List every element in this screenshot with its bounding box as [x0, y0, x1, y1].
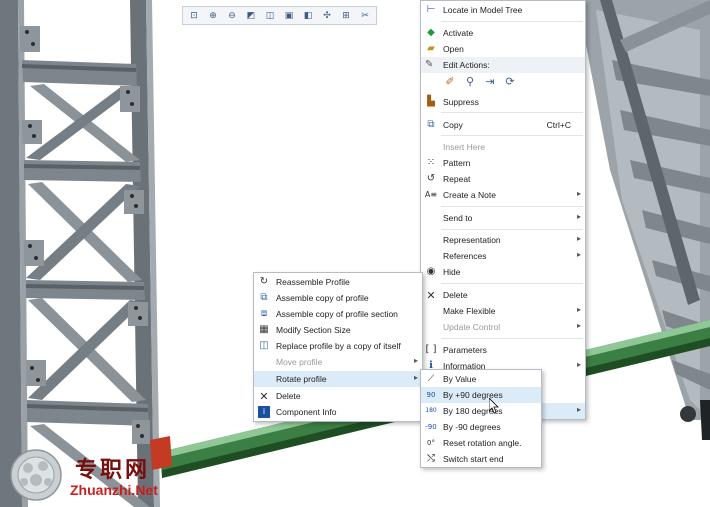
- menu-item-make-flexible[interactable]: Make Flexible ▸: [421, 303, 585, 319]
- menu-item-repeat[interactable]: ↺ Repeat: [421, 171, 585, 187]
- annotation-display-icon[interactable]: ⊞: [337, 8, 355, 23]
- separator: [441, 338, 583, 339]
- profile-context-menu: ↻ Reassemble Profile ⧉ Assemble copy of …: [253, 272, 423, 422]
- submenu-arrow-icon: ▸: [576, 305, 581, 314]
- repaint-icon[interactable]: ◩: [242, 8, 260, 23]
- open-folder-icon: ▰: [427, 43, 435, 54]
- separator: [441, 283, 583, 284]
- menu-item-by-minus-90-degrees[interactable]: -90 By -90 degrees: [421, 419, 541, 435]
- model-viewport[interactable]: [0, 0, 710, 507]
- rotate-by-value-icon: ⟋: [427, 373, 435, 384]
- menu-item-pattern[interactable]: ⁙ Pattern: [421, 155, 585, 171]
- menu-item-rotate-profile[interactable]: Rotate profile ▸: [254, 371, 422, 387]
- menu-item-move-profile[interactable]: Move profile ▸: [254, 354, 422, 370]
- submenu-arrow-icon: ▸: [576, 250, 581, 259]
- menu-item-by-plus-90-degrees[interactable]: 90 By +90 degrees: [421, 387, 541, 403]
- edit-placement-icon[interactable]: ⇥: [483, 74, 497, 88]
- menu-item-replace-profile[interactable]: ◫ Replace profile by a copy of itself: [254, 338, 422, 354]
- orient-icon[interactable]: ◫: [261, 8, 279, 23]
- menu-item-reset-rotation-angle[interactable]: 0° Reset rotation angle.: [421, 435, 541, 451]
- reassemble-icon: ↻: [259, 276, 269, 287]
- menu-item-assemble-copy-of-profile[interactable]: ⧉ Assemble copy of profile: [254, 290, 422, 306]
- menu-item-parameters[interactable]: [ ] Parameters: [421, 342, 585, 358]
- separator: [441, 112, 583, 113]
- hide-eye-icon: ◉: [426, 266, 436, 277]
- parameters-icon: [ ]: [425, 344, 437, 355]
- menu-item-create-a-note[interactable]: A≡ Create a Note ▸: [421, 187, 585, 203]
- rotate-plus-90-icon: 90: [426, 390, 436, 399]
- separator: [441, 135, 583, 136]
- menu-item-delete-profile[interactable]: ✕ Delete: [254, 388, 422, 404]
- menu-item-insert-here[interactable]: Insert Here: [421, 139, 585, 155]
- info-icon: i: [258, 406, 270, 418]
- reset-rotation-icon: 0°: [427, 438, 435, 447]
- menu-item-delete[interactable]: ✕ Delete: [421, 287, 585, 303]
- menu-item-copy[interactable]: ⧉ Copy Ctrl+C: [421, 117, 585, 133]
- menu-item-switch-start-end[interactable]: ⤭ Switch start end: [421, 451, 541, 467]
- menu-item-locate-in-model-tree[interactable]: ⊢ Locate in Model Tree: [421, 2, 585, 18]
- edit-actions-toolbar: ✐ ⚲ ⇥ ⟳: [443, 74, 517, 88]
- menu-item-representation[interactable]: Representation ▸: [421, 232, 585, 248]
- delete-x-icon: ✕: [426, 288, 436, 302]
- mouse-cursor-icon: [489, 398, 499, 414]
- zoom-fit-icon[interactable]: ⊡: [185, 8, 203, 23]
- saved-views-icon[interactable]: ▣: [280, 8, 298, 23]
- menu-item-reassemble-profile[interactable]: ↻ Reassemble Profile: [254, 274, 422, 290]
- submenu-arrow-icon: ▸: [413, 373, 418, 382]
- activate-icon: ◆: [427, 27, 435, 38]
- menu-item-hide[interactable]: ◉ Hide: [421, 264, 585, 280]
- menu-item-suppress[interactable]: ▙ Suppress: [421, 94, 585, 110]
- assemble-section-icon: ⧈: [260, 308, 268, 319]
- submenu-arrow-icon: ▸: [576, 360, 581, 369]
- menu-item-references[interactable]: References ▸: [421, 248, 585, 264]
- model-tree-icon: ⊢: [426, 4, 436, 15]
- menu-item-assemble-copy-of-profile-section[interactable]: ⧈ Assemble copy of profile section: [254, 306, 422, 322]
- copy-icon: ⧉: [427, 119, 435, 130]
- modify-section-icon: ▦: [259, 324, 269, 335]
- menu-item-open[interactable]: ▰ Open: [421, 41, 585, 57]
- watermark-logo: [10, 449, 62, 501]
- submenu-arrow-icon: ▸: [576, 189, 581, 198]
- edit-references-icon[interactable]: ⚲: [463, 74, 477, 88]
- spin-center-icon[interactable]: ✂: [356, 8, 374, 23]
- submenu-arrow-icon: ▸: [413, 356, 418, 365]
- rotate-180-icon: 180: [425, 407, 437, 414]
- main-context-menu: ⊢ Locate in Model Tree ◆ Activate ▰ Open…: [420, 0, 586, 420]
- display-style-icon[interactable]: ◧: [299, 8, 317, 23]
- separator: [441, 229, 583, 230]
- menu-item-update-control[interactable]: Update Control ▸: [421, 319, 585, 335]
- submenu-arrow-icon: ▸: [576, 234, 581, 243]
- pattern-icon: ⁙: [426, 157, 436, 168]
- menu-item-send-to[interactable]: Send to ▸: [421, 210, 585, 226]
- rotate-minus-90-icon: -90: [425, 422, 437, 431]
- separator: [441, 21, 583, 22]
- menu-item-component-info[interactable]: i Component Info: [254, 404, 422, 420]
- menu-item-by-180-degrees[interactable]: 180 By 180 degrees: [421, 403, 541, 419]
- submenu-arrow-icon: ▸: [576, 212, 581, 221]
- watermark-latin: Zhuanzhi.Net: [70, 482, 158, 498]
- regenerate-icon[interactable]: ⟳: [503, 74, 517, 88]
- submenu-arrow-icon: ▸: [576, 321, 581, 330]
- switch-ends-icon: ⤭: [427, 453, 435, 464]
- submenu-arrow-icon: ▸: [576, 405, 581, 414]
- repeat-icon: ↺: [426, 173, 436, 184]
- zoom-out-icon[interactable]: ⊖: [223, 8, 241, 23]
- suppress-icon: ▙: [427, 96, 435, 107]
- watermark-chinese: 专职网: [75, 458, 151, 483]
- delete-x-icon: ✕: [259, 389, 269, 403]
- pencil-icon: ✎: [425, 59, 434, 70]
- edit-actions-header: ✎ Edit Actions:: [421, 57, 585, 73]
- note-icon: A≡: [424, 190, 438, 199]
- edit-definition-icon[interactable]: ✐: [443, 74, 457, 88]
- assemble-copy-icon: ⧉: [260, 292, 268, 303]
- datum-display-icon[interactable]: ✣: [318, 8, 336, 23]
- menu-item-activate[interactable]: ◆ Activate: [421, 25, 585, 41]
- separator: [441, 206, 583, 207]
- rotate-profile-submenu: ⟋ By Value 90 By +90 degrees 180 By 180 …: [420, 369, 542, 468]
- menu-item-by-value[interactable]: ⟋ By Value: [421, 371, 541, 387]
- graphics-toolbar: ⊡ ⊕ ⊖ ◩ ◫ ▣ ◧ ✣ ⊞ ✂: [182, 6, 377, 25]
- zoom-in-icon[interactable]: ⊕: [204, 8, 222, 23]
- replace-profile-icon: ◫: [259, 340, 269, 351]
- menu-item-modify-section-size[interactable]: ▦ Modify Section Size: [254, 322, 422, 338]
